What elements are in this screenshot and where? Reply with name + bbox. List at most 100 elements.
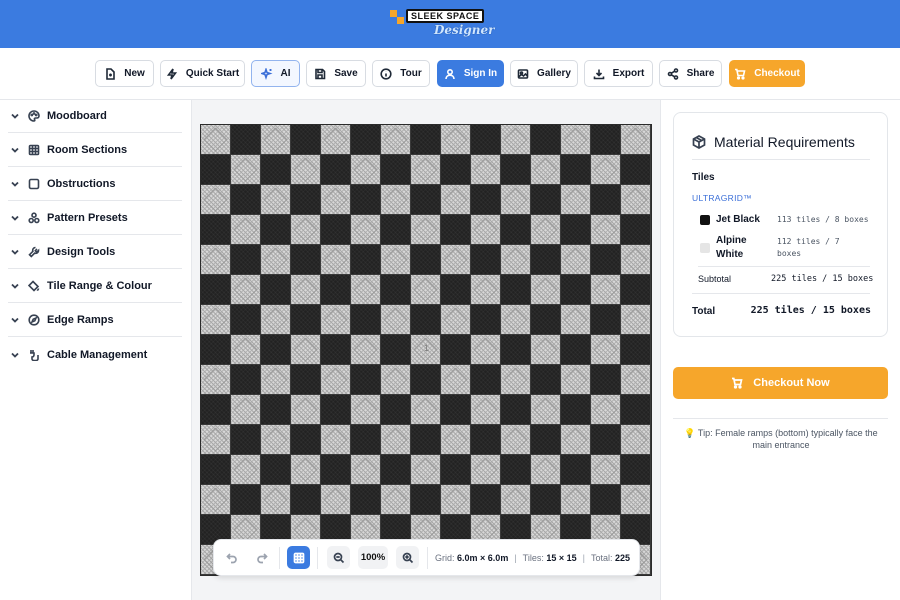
zoom-out-button[interactable] [327, 546, 350, 569]
tile-alpine-white[interactable] [381, 185, 410, 214]
tile-jet-black[interactable] [201, 215, 230, 244]
tile-jet-black[interactable] [411, 245, 440, 274]
tile-alpine-white[interactable] [201, 185, 230, 214]
tile-alpine-white[interactable] [261, 185, 290, 214]
tile-jet-black[interactable] [351, 365, 380, 394]
tile-alpine-white[interactable] [381, 305, 410, 334]
tile-jet-black[interactable] [501, 455, 530, 484]
tile-jet-black[interactable] [591, 425, 620, 454]
tile-jet-black[interactable] [621, 215, 650, 244]
sidebar-item-design-tools[interactable]: Design Tools [8, 236, 182, 269]
tile-jet-black[interactable] [471, 245, 500, 274]
tile-alpine-white[interactable] [441, 425, 470, 454]
tile-jet-black[interactable] [381, 455, 410, 484]
tile-alpine-white[interactable] [561, 185, 590, 214]
tile-jet-black[interactable] [411, 125, 440, 154]
tile-alpine-white[interactable] [201, 125, 230, 154]
sidebar-item-obstructions[interactable]: Obstructions [8, 168, 182, 201]
tile-jet-black[interactable] [441, 455, 470, 484]
tile-alpine-white[interactable] [291, 215, 320, 244]
tile-jet-black[interactable] [501, 275, 530, 304]
tile-jet-black[interactable] [561, 215, 590, 244]
tile-alpine-white[interactable] [261, 125, 290, 154]
tile-alpine-white[interactable] [321, 365, 350, 394]
tile-alpine-white[interactable] [261, 365, 290, 394]
tile-alpine-white[interactable] [201, 485, 230, 514]
tile-alpine-white[interactable] [531, 395, 560, 424]
tile-alpine-white[interactable] [471, 215, 500, 244]
tile-jet-black[interactable] [561, 335, 590, 364]
tile-jet-black[interactable] [621, 275, 650, 304]
tile-alpine-white[interactable] [201, 305, 230, 334]
tile-jet-black[interactable] [561, 275, 590, 304]
tile-jet-black[interactable] [501, 215, 530, 244]
tile-alpine-white[interactable] [561, 245, 590, 274]
tile-alpine-white[interactable] [591, 275, 620, 304]
tile-alpine-white[interactable] [321, 245, 350, 274]
tile-alpine-white[interactable] [621, 245, 650, 274]
ai-button[interactable]: AI [251, 60, 300, 87]
tile-alpine-white[interactable] [501, 185, 530, 214]
tile-alpine-white[interactable] [441, 305, 470, 334]
tile-alpine-white[interactable] [621, 125, 650, 154]
tile-alpine-white[interactable] [471, 155, 500, 184]
tile-jet-black[interactable] [351, 125, 380, 154]
tile-jet-black[interactable] [411, 185, 440, 214]
tile-alpine-white[interactable] [321, 305, 350, 334]
tile-alpine-white[interactable] [441, 365, 470, 394]
tile-jet-black[interactable] [561, 155, 590, 184]
tile-alpine-white[interactable] [591, 155, 620, 184]
sidebar-item-room-sections[interactable]: Room Sections [8, 134, 182, 167]
tile-jet-black[interactable] [591, 365, 620, 394]
tile-jet-black[interactable] [621, 455, 650, 484]
tile-alpine-white[interactable] [231, 155, 260, 184]
tile-alpine-white[interactable] [591, 395, 620, 424]
zoom-in-button[interactable] [396, 546, 419, 569]
tile-jet-black[interactable] [351, 185, 380, 214]
tile-jet-black[interactable] [381, 335, 410, 364]
tile-alpine-white[interactable] [291, 155, 320, 184]
tile-jet-black[interactable] [441, 215, 470, 244]
tile-jet-black[interactable] [441, 335, 470, 364]
tile-alpine-white[interactable] [621, 485, 650, 514]
tile-alpine-white[interactable] [321, 485, 350, 514]
tile-alpine-white[interactable] [531, 155, 560, 184]
tile-alpine-white[interactable] [621, 425, 650, 454]
tile-alpine-white[interactable] [441, 485, 470, 514]
tile-jet-black[interactable] [201, 155, 230, 184]
tile-jet-black[interactable] [591, 185, 620, 214]
tile-alpine-white[interactable] [411, 395, 440, 424]
tile-jet-black[interactable] [441, 155, 470, 184]
tile-jet-black[interactable] [201, 335, 230, 364]
tile-jet-black[interactable] [381, 275, 410, 304]
tile-alpine-white[interactable] [261, 425, 290, 454]
sidebar-item-edge-ramps[interactable]: Edge Ramps [8, 304, 182, 337]
tile-jet-black[interactable] [261, 275, 290, 304]
tile-alpine-white[interactable] [621, 305, 650, 334]
tile-jet-black[interactable] [321, 215, 350, 244]
tile-jet-black[interactable] [231, 305, 260, 334]
tile-alpine-white[interactable] [291, 455, 320, 484]
tile-jet-black[interactable] [201, 395, 230, 424]
tile-alpine-white[interactable] [261, 305, 290, 334]
tile-grid-canvas[interactable]: 1 [200, 124, 652, 576]
tile-alpine-white[interactable] [561, 485, 590, 514]
tile-alpine-white[interactable] [321, 185, 350, 214]
tile-alpine-white[interactable] [381, 245, 410, 274]
tile-jet-black[interactable] [261, 155, 290, 184]
tile-alpine-white[interactable] [441, 245, 470, 274]
undo-button[interactable] [220, 546, 243, 569]
new-button[interactable]: New [95, 60, 154, 87]
tile-alpine-white[interactable] [411, 215, 440, 244]
tile-jet-black[interactable] [501, 155, 530, 184]
tile-jet-black[interactable] [531, 425, 560, 454]
tile-alpine-white[interactable] [201, 365, 230, 394]
tile-alpine-white[interactable] [291, 335, 320, 364]
tour-button[interactable]: Tour [372, 60, 430, 87]
tile-jet-black[interactable] [231, 365, 260, 394]
tile-alpine-white[interactable] [591, 455, 620, 484]
tile-jet-black[interactable] [381, 395, 410, 424]
tile-alpine-white[interactable] [621, 185, 650, 214]
sign-in-button[interactable]: Sign In [437, 60, 504, 87]
tile-jet-black[interactable] [531, 125, 560, 154]
